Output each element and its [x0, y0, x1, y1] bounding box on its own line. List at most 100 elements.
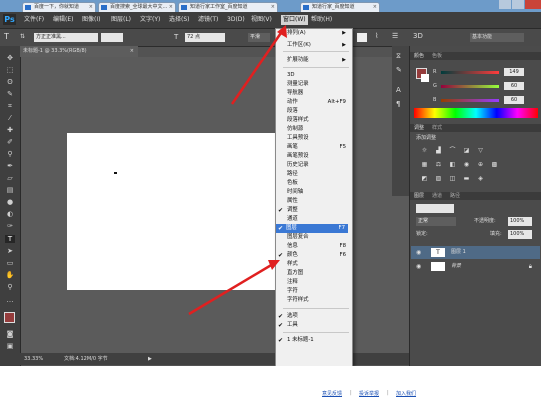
- tab-layers[interactable]: 图层: [414, 192, 424, 200]
- menu-3d[interactable]: 3D(D): [227, 15, 245, 25]
- font-family-select[interactable]: 方正正准黑...: [34, 33, 98, 42]
- window-menu-item[interactable]: 样式: [287, 260, 349, 269]
- tab-color[interactable]: 颜色: [414, 52, 424, 60]
- menu-filter[interactable]: 滤镜(T): [198, 15, 218, 25]
- shape-tool-icon[interactable]: ▭: [5, 259, 15, 267]
- window-menu-item[interactable]: 字符样式: [287, 296, 349, 305]
- tab-adjustments[interactable]: 调整: [414, 124, 424, 132]
- lasso-tool-icon[interactable]: ʘ: [5, 78, 15, 86]
- character-icon[interactable]: A: [396, 86, 401, 94]
- quick-select-tool-icon[interactable]: ✎: [5, 90, 15, 98]
- window-menu-item[interactable]: 颜色 F6 ✔: [278, 251, 349, 260]
- close-icon[interactable]: ×: [89, 3, 93, 12]
- curves-icon[interactable]: ⌒: [448, 147, 457, 154]
- threshold-icon[interactable]: ◫: [448, 175, 457, 182]
- window-menu-item[interactable]: 3D: [287, 71, 349, 80]
- report-link[interactable]: 投诉举报: [359, 390, 379, 397]
- window-menu-item[interactable]: 仿制源: [287, 125, 349, 134]
- layer-filter-select[interactable]: [416, 204, 454, 213]
- marquee-tool-icon[interactable]: ⬚: [5, 66, 15, 74]
- color-balance-icon[interactable]: ⚖: [434, 161, 443, 168]
- green-value[interactable]: 60: [504, 82, 524, 90]
- window-menu-item[interactable]: 直方图: [287, 269, 349, 278]
- crop-tool-icon[interactable]: ⌗: [5, 102, 15, 110]
- type-tool-icon[interactable]: T: [5, 235, 15, 243]
- window-menu-item[interactable]: 调整 ✔: [278, 206, 349, 215]
- layer-name[interactable]: 背景: [451, 260, 461, 273]
- feedback-link[interactable]: 意见反馈: [322, 390, 342, 397]
- tab-paths[interactable]: 路径: [450, 192, 460, 200]
- window-menu-item[interactable]: 导航器: [287, 89, 349, 98]
- menu-help[interactable]: 帮助(H): [311, 15, 332, 25]
- workspace-select[interactable]: 基本功能: [470, 33, 524, 42]
- tab-styles[interactable]: 样式: [432, 124, 442, 132]
- browser-tab[interactable]: 知道行家工作室_百度知道 ×: [178, 2, 278, 12]
- window-menu-item[interactable]: 色板: [287, 179, 349, 188]
- antialias-select[interactable]: 平滑: [248, 33, 270, 42]
- color-spectrum[interactable]: [414, 108, 538, 118]
- font-size-select[interactable]: 72 点: [185, 33, 225, 42]
- eye-icon[interactable]: ◉: [416, 246, 421, 259]
- selective-color-icon[interactable]: ◈: [476, 175, 485, 182]
- pen-tool-icon[interactable]: ✑: [5, 222, 15, 230]
- close-icon[interactable]: ×: [373, 3, 377, 12]
- eye-icon[interactable]: ◉: [416, 260, 421, 273]
- window-menu-item[interactable]: 工具 ✔: [278, 321, 349, 330]
- color-lookup-icon[interactable]: ▩: [490, 161, 499, 168]
- window-menu-item[interactable]: 排列(A) ▶: [287, 29, 349, 38]
- zoom-level[interactable]: 33.33%: [24, 353, 43, 365]
- window-menu-item[interactable]: 工具预设: [287, 134, 349, 143]
- hand-tool-icon[interactable]: ✋: [5, 271, 15, 279]
- path-select-tool-icon[interactable]: ➤: [5, 247, 15, 255]
- dodge-tool-icon[interactable]: ◐: [5, 210, 15, 218]
- menu-image[interactable]: 图像(I): [82, 15, 100, 25]
- red-value[interactable]: 149: [504, 68, 524, 76]
- window-menu-item[interactable]: 测量记录: [287, 80, 349, 89]
- window-menu-item[interactable]: 段落样式: [287, 116, 349, 125]
- zoom-tool-icon[interactable]: ⚲: [5, 283, 15, 291]
- close-icon[interactable]: ×: [271, 3, 275, 12]
- window-menu-item[interactable]: 1 未标题-1 ✔: [278, 336, 349, 345]
- gradient-map-icon[interactable]: ▬: [462, 175, 471, 182]
- window-menu-item[interactable]: 扩展功能 ▶: [287, 56, 349, 65]
- layer-name[interactable]: 图层 1: [451, 246, 466, 259]
- 3d-icon[interactable]: 3D: [413, 32, 423, 40]
- menu-select[interactable]: 选择(S): [169, 15, 190, 25]
- window-menu-item[interactable]: 选项 ✔: [278, 312, 349, 321]
- stamp-tool-icon[interactable]: ⚲: [5, 150, 15, 158]
- window-menu-item[interactable]: 图层 F7 ✔: [276, 224, 348, 233]
- window-menu-item[interactable]: 属性: [287, 197, 349, 206]
- properties-icon[interactable]: ✎: [396, 66, 402, 74]
- close-icon[interactable]: ×: [169, 3, 173, 12]
- window-menu-item[interactable]: 动作 Alt+F9: [287, 98, 349, 107]
- eyedropper-tool-icon[interactable]: ⁄: [5, 114, 15, 122]
- window-menu-item[interactable]: 工作区(K) ▶: [287, 41, 349, 50]
- browser-tab[interactable]: 百度一下，你就知道 ×: [22, 2, 96, 12]
- black-white-icon[interactable]: ◧: [448, 161, 457, 168]
- join-us-link[interactable]: 加入我们: [396, 390, 416, 397]
- red-slider[interactable]: [441, 71, 499, 74]
- menu-layer[interactable]: 图层(L): [111, 15, 131, 25]
- vibrance-icon[interactable]: ▽: [476, 147, 485, 154]
- window-menu-item[interactable]: 字符: [287, 287, 349, 296]
- menu-edit[interactable]: 编辑(E): [53, 15, 73, 25]
- menu-window[interactable]: 窗口(W): [281, 15, 308, 25]
- minimize-button[interactable]: [499, 0, 511, 9]
- channel-mixer-icon[interactable]: ⊕: [476, 161, 485, 168]
- posterize-icon[interactable]: ▨: [434, 175, 443, 182]
- blur-tool-icon[interactable]: ●: [5, 198, 15, 206]
- green-slider[interactable]: [441, 85, 499, 88]
- orientation-icon[interactable]: ⇅: [20, 33, 25, 40]
- gradient-tool-icon[interactable]: ▤: [5, 186, 15, 194]
- photo-filter-icon[interactable]: ◉: [462, 161, 471, 168]
- healing-tool-icon[interactable]: ✚: [5, 126, 15, 134]
- window-menu-item[interactable]: 历史记录: [287, 161, 349, 170]
- window-menu-item[interactable]: 信息 F8: [287, 242, 349, 251]
- quick-mask-icon[interactable]: ◙: [5, 330, 15, 338]
- hue-saturation-icon[interactable]: ▦: [420, 161, 429, 168]
- screen-mode-icon[interactable]: ▣: [5, 342, 15, 350]
- blue-slider[interactable]: [441, 99, 499, 102]
- menu-view[interactable]: 视图(V): [251, 15, 272, 25]
- close-icon[interactable]: ×: [130, 46, 134, 57]
- fill-field[interactable]: 100%: [508, 230, 532, 239]
